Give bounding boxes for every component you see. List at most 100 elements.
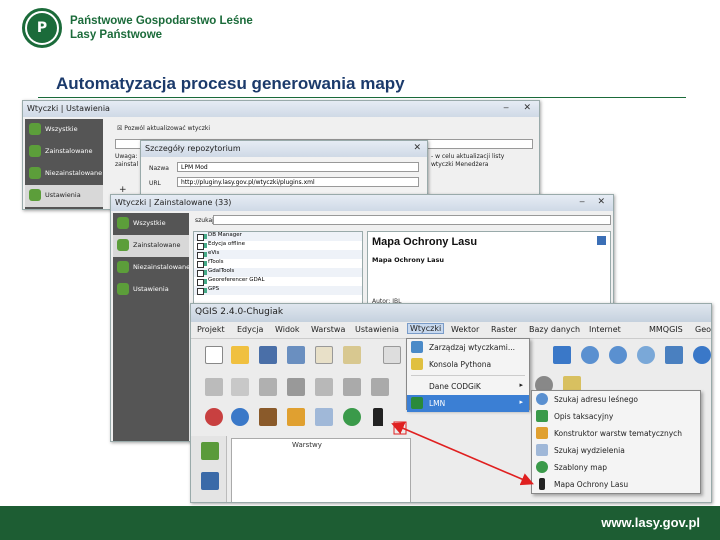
tree-icon [536,410,548,422]
menu-layer[interactable]: Warstwa [311,325,345,334]
pan-icon[interactable] [383,346,401,364]
allow-updates-checkbox[interactable]: ☒ Pozwól aktualizować wtyczki [117,125,210,132]
zoom-layer-icon[interactable] [665,346,683,364]
selection-icon[interactable] [315,408,333,426]
sidebar-item-all[interactable]: Wszystkie [25,119,103,141]
plugin-item[interactable]: GPS [194,286,362,295]
close-button[interactable]: ✕ [523,103,531,113]
menu-item-codgik[interactable]: Dane CODGiK ▸ [407,378,529,395]
menu-database[interactable]: Bazy danych [529,325,580,334]
new-project-icon[interactable] [205,346,223,364]
submenu-item-map-templates[interactable]: Szablony map [532,459,700,476]
plugin-item[interactable]: Georeferencer GDAL [194,277,362,286]
refresh-icon[interactable] [693,346,711,364]
note-right-2: wtyczki Menedżera [431,161,489,168]
sidebar2-item-installed[interactable]: Zainstalowane [113,235,189,257]
sidebar2-item-not-installed[interactable]: Niezainstalowane [113,257,190,279]
copy-icon[interactable] [371,378,389,396]
print-composer-icon[interactable] [315,346,333,364]
plugin-list[interactable]: DB Manager Edycja offline eVis fTools Gd… [193,231,363,311]
menu-item-manage-plugins[interactable]: Zarządzaj wtyczkami... [407,339,529,356]
footer-url[interactable]: www.lasy.gov.pl [601,515,700,530]
open-folder-icon[interactable] [231,346,249,364]
delete-icon[interactable] [315,378,333,396]
edit-pencil-icon[interactable] [205,378,223,396]
sidebar-item-installed[interactable]: Zainstalowane [25,141,103,163]
search-input[interactable] [213,215,611,225]
window-title: Wtyczki | Ustawienia [27,104,110,113]
composer-manager-icon[interactable] [343,346,361,364]
qgis-title: QGIS 2.4.0-Chugiak [195,307,284,317]
plugins-menu-dropdown: Zarządzaj wtyczkami... Konsola Pythona D… [406,338,530,412]
measure-icon[interactable] [205,408,223,426]
submenu-item-forest-address[interactable]: Szukaj adresu leśnego [532,391,700,408]
plugin-item[interactable]: DB Manager [194,232,362,241]
url-field[interactable]: http://pluginy.lasy.gov.pl/wtyczki/plugi… [177,177,419,187]
detail-subtitle: Mapa Ochrony Lasu [372,256,444,264]
add-raster-layer-icon[interactable] [201,472,219,490]
detail-title: Mapa Ochrony Lasu [372,236,478,248]
submenu-item-layer-builder[interactable]: Konstruktor warstw tematycznych [532,425,700,442]
dialog-title: Szczegóły repozytorium [145,144,241,153]
menu-raster[interactable]: Raster [491,325,517,334]
url-label: URL [149,180,161,187]
zoom-full-icon[interactable] [637,346,655,364]
menu-plugins[interactable]: Wtyczki [407,323,445,334]
cut-icon[interactable] [343,378,361,396]
submenu-item-label: Opis taksacyjny [554,412,614,421]
pencil-icon[interactable] [287,408,305,426]
minimize-button[interactable]: ‒ [503,103,509,113]
window2-close-button[interactable]: ✕ [597,197,605,207]
save-as-icon[interactable] [287,346,305,364]
menu-item-python-console[interactable]: Konsola Pythona [407,356,529,373]
menu-geo[interactable]: Geo [695,325,711,334]
name-label: Nazwa [149,165,169,172]
save-icon[interactable] [259,346,277,364]
node-tool-icon[interactable] [287,378,305,396]
submenu-item-label: Mapa Ochrony Lasu [554,480,629,489]
pencil-icon [536,427,548,439]
note-left-2: zainstal [115,161,139,168]
layers-panel-title: Warstwy [292,441,322,449]
globe-icon [536,461,548,473]
zoom-in-icon[interactable] [581,346,599,364]
checkbox-label: Pozwól aktualizować wtyczki [124,125,211,132]
menu-view[interactable]: Widok [275,325,300,334]
globe-icon[interactable] [343,408,361,426]
move-feature-icon[interactable] [259,378,277,396]
submenu-item-taxation[interactable]: Opis taksacyjny [532,408,700,425]
org-line-2: Lasy Państwowe [70,29,163,41]
plugin-item[interactable]: eVis [194,250,362,259]
menu-project[interactable]: Projekt [197,325,225,334]
menu-vector[interactable]: Wektor [451,325,479,334]
plugin-item[interactable]: GdalTools [194,268,362,277]
submenu-item-forest-protection-map[interactable]: Mapa Ochrony Lasu [532,476,700,493]
sidebar-item-not-installed[interactable]: Niezainstalowane [25,163,103,185]
plugin-item[interactable]: Edycja offline [194,241,362,250]
dialog-close-button[interactable]: ✕ [413,143,421,153]
menu-item-label: Dane CODGiK [429,382,481,391]
menu-internet[interactable]: Internet [589,325,621,334]
menu-item-lmn[interactable]: LMN ▸ [407,395,529,412]
plugin-item[interactable]: fTools [194,259,362,268]
window2-minimize-button[interactable]: ‒ [579,197,585,207]
title-divider [38,97,686,98]
sidebar2-item-settings[interactable]: Ustawienia [113,279,189,301]
menu-edit[interactable]: Edycja [237,325,263,334]
book-icon[interactable] [259,408,277,426]
name-field[interactable]: LPM Mod [177,162,419,172]
pan-map-icon[interactable] [553,346,571,364]
sidebar2-item-all[interactable]: Wszystkie [113,213,189,235]
add-vector-layer-icon[interactable] [201,442,219,460]
lmn-icon [411,397,423,409]
submenu-item-find-subdivision[interactable]: Szukaj wydzielenia [532,442,700,459]
digitize-icon[interactable] [231,378,249,396]
zoom-search-icon[interactable] [231,408,249,426]
menu-settings[interactable]: Ustawienia [355,325,399,334]
submenu-item-label: Szukaj adresu leśnego [554,395,638,404]
zoom-out-icon[interactable] [609,346,627,364]
forest-protection-tool-icon[interactable] [373,408,383,426]
menu-mmqgis[interactable]: MMQGIS [649,325,683,334]
plugin-details-pane: Mapa Ochrony Lasu Mapa Ochrony Lasu Auto… [367,231,611,311]
sidebar-item-settings[interactable]: Ustawienia [25,185,103,207]
